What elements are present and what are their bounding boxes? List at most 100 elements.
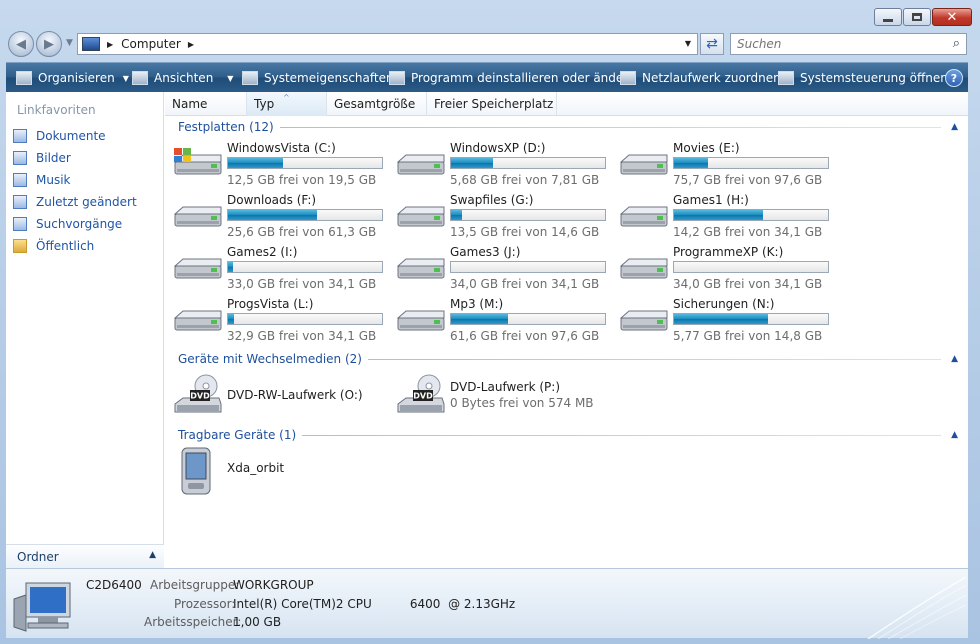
views-button[interactable]: Ansichten ▼ (132, 63, 233, 93)
drive-free-space: 14,2 GB frei von 34,1 GB (673, 225, 823, 239)
drive-tile[interactable]: Games1 (H:) 14,2 GB frei von 34,1 GB (619, 192, 842, 242)
drive-name: DVD-RW-Laufwerk (O:) (227, 388, 363, 402)
favorite-links-list: Dokumente Bilder Musik Zuletzt geändert … (13, 125, 137, 257)
nav-item-searches[interactable]: Suchvorgänge (13, 213, 137, 235)
minimize-button[interactable] (874, 8, 902, 26)
computer-large-icon (13, 582, 71, 632)
drive-tile[interactable]: ProgrammeXP (K:) 34,0 GB frei von 34,1 GB (619, 244, 842, 294)
network-drive-icon (620, 71, 636, 85)
uninstall-label: Programm deinstallieren oder ändern (411, 71, 636, 85)
search-box[interactable]: ⌕ (730, 33, 967, 55)
map-drive-label: Netzlaufwerk zuordnen (642, 71, 781, 85)
drive-free-space: 13,5 GB frei von 14,6 GB (450, 225, 600, 239)
drive-name: Games3 (J:) (450, 245, 521, 259)
drive-tile[interactable]: Downloads (F:) 25,6 GB frei von 61,3 GB (173, 192, 396, 242)
memory-value: 1,00 GB (233, 615, 282, 629)
maximize-button[interactable] (903, 8, 931, 26)
drive-name: Mp3 (M:) (450, 297, 504, 311)
control-panel-icon (778, 71, 794, 85)
drive-usage-fill (228, 210, 318, 220)
drive-tile[interactable]: Sicherungen (N:) 5,77 GB frei von 14,8 GB (619, 296, 842, 346)
drive-tile[interactable]: Swapfiles (G:) 13,5 GB frei von 14,6 GB (396, 192, 619, 242)
maximize-icon (912, 13, 922, 21)
recent-pages-dropdown[interactable]: ▼ (66, 38, 73, 48)
hard-drive-icon (173, 206, 222, 227)
drive-tile[interactable]: Games2 (I:) 33,0 GB frei von 34,1 GB (173, 244, 396, 294)
refresh-button[interactable]: ⇄ (700, 33, 724, 55)
column-header-name[interactable]: Name (165, 92, 247, 116)
drive-usage-bar (450, 261, 606, 273)
address-bar[interactable]: ▶ Computer ▶ ▼ (77, 33, 698, 55)
nav-item-public[interactable]: Öffentlich (13, 235, 137, 257)
drive-tile[interactable]: WindowsXP (D:) 5,68 GB frei von 7,81 GB (396, 140, 619, 190)
folders-label: Ordner (17, 549, 59, 564)
uninstall-program-button[interactable]: Programm deinstallieren oder ändern (389, 63, 636, 93)
close-button[interactable]: ✕ (932, 8, 972, 26)
drive-name: WindowsXP (D:) (450, 141, 546, 155)
drive-usage-bar (227, 261, 383, 273)
search-icon[interactable]: ⌕ (953, 36, 960, 51)
searches-icon (13, 217, 27, 231)
nav-item-label: Öffentlich (36, 239, 95, 253)
column-header-label: Freier Speicherplatz (434, 97, 554, 111)
drive-tile-dvd-rw[interactable]: DVD DVD-RW-Laufwerk (O:) (173, 374, 403, 422)
breadcrumb-separator-icon[interactable]: ▶ (188, 40, 194, 49)
collapse-icon[interactable]: ▲ (951, 354, 958, 364)
drive-name: ProgsVista (L:) (227, 297, 314, 311)
drive-usage-bar (450, 157, 606, 169)
hard-drive-icon (396, 206, 445, 227)
drive-usage-fill (674, 314, 768, 324)
column-header-total-size[interactable]: Gesamtgröße (327, 92, 427, 116)
group-divider (367, 358, 942, 360)
pda-device-icon (181, 447, 211, 495)
minimize-icon (883, 18, 893, 22)
drive-name: Movies (E:) (673, 141, 740, 155)
organize-button[interactable]: Organisieren ▼ (16, 63, 129, 93)
collapse-icon[interactable]: ▲ (951, 430, 958, 440)
device-tile-xda-orbit[interactable]: Xda_orbit (173, 447, 403, 495)
nav-item-music[interactable]: Musik (13, 169, 137, 191)
hard-drive-icon (396, 310, 445, 331)
nav-item-recent[interactable]: Zuletzt geändert (13, 191, 137, 213)
drive-free-space: 61,6 GB frei von 97,6 GB (450, 329, 600, 343)
drive-name: Games2 (I:) (227, 245, 298, 259)
help-icon: ? (950, 71, 958, 85)
nav-item-documents[interactable]: Dokumente (13, 125, 137, 147)
folders-toggle[interactable]: Ordner ▲ (6, 544, 164, 568)
sort-ascending-icon: ^ (283, 93, 290, 102)
group-title: Tragbare Geräte (1) (178, 428, 297, 442)
drive-tile[interactable]: Games3 (J:) 34,0 GB frei von 34,1 GB (396, 244, 619, 294)
hard-drive-icon (173, 310, 222, 331)
breadcrumb-computer[interactable]: Computer (121, 37, 181, 51)
open-control-panel-button[interactable]: Systemsteuerung öffnen (778, 63, 948, 93)
decorative-swirl (867, 576, 967, 639)
map-network-drive-button[interactable]: Netzlaufwerk zuordnen (620, 63, 781, 93)
back-button[interactable]: ◀ (8, 31, 34, 57)
group-header-hard-drives[interactable]: Festplatten (12) ▲ (178, 119, 958, 135)
drive-free-space: 33,0 GB frei von 34,1 GB (227, 277, 377, 291)
forward-button[interactable]: ▶ (36, 31, 62, 57)
favorite-links-heading: Linkfavoriten (17, 103, 96, 117)
help-button[interactable]: ? (945, 69, 963, 87)
breadcrumb-separator-icon[interactable]: ▶ (107, 40, 113, 49)
address-history-dropdown[interactable]: ▼ (685, 39, 691, 48)
drive-tile[interactable]: Movies (E:) 75,7 GB frei von 97,6 GB (619, 140, 842, 190)
drive-tile-dvd[interactable]: DVD DVD-Laufwerk (P:) 0 Bytes frei von 5… (396, 374, 626, 422)
drive-tile[interactable]: WindowsVista (C:) 12,5 GB frei von 19,5 G… (173, 140, 396, 190)
refresh-icon: ⇄ (706, 36, 718, 52)
explorer-window: ✕ ◀ ▶ ▼ ▶ Computer ▶ ▼ ⇄ ⌕ Organisieren … (0, 0, 980, 644)
system-properties-button[interactable]: Systemeigenschaften (242, 63, 394, 93)
drive-tile[interactable]: Mp3 (M:) 61,6 GB frei von 97,6 GB (396, 296, 619, 346)
hard-drive-icon (173, 148, 222, 175)
drive-usage-fill (451, 314, 508, 324)
collapse-icon[interactable]: ▲ (951, 122, 958, 132)
drive-tile[interactable]: ProgsVista (L:) 32,9 GB frei von 34,1 GB (173, 296, 396, 346)
group-header-portable[interactable]: Tragbare Geräte (1) ▲ (178, 427, 958, 443)
column-header-free-space[interactable]: Freier Speicherplatz (427, 92, 557, 116)
search-input[interactable] (737, 37, 937, 51)
memory-label: Arbeitsspeicher: (144, 615, 242, 629)
nav-item-pictures[interactable]: Bilder (13, 147, 137, 169)
group-header-removable[interactable]: Geräte mit Wechselmedien (2) ▲ (178, 351, 958, 367)
drive-usage-fill (228, 262, 233, 272)
drive-free-space: 5,68 GB frei von 7,81 GB (450, 173, 600, 187)
